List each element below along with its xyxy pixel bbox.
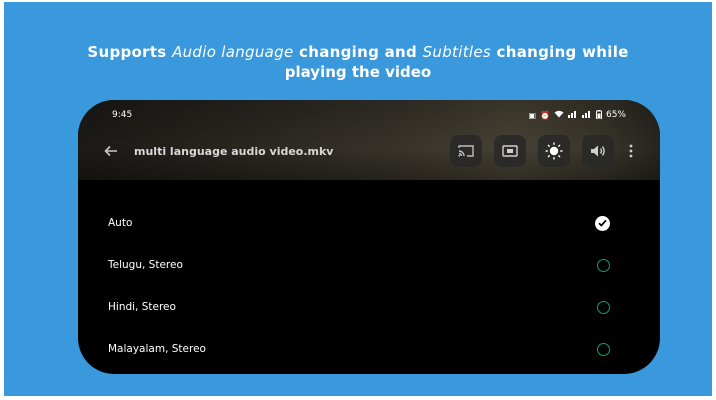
audio-track-item[interactable]: Auto: [78, 202, 660, 244]
radio-unchecked-icon[interactable]: [597, 258, 610, 272]
more-options-button[interactable]: [622, 135, 640, 167]
back-button[interactable]: [98, 138, 124, 164]
status-icons: ▣ ⏰ 65%: [528, 109, 626, 121]
signal-icon: [567, 110, 578, 120]
headline-part: Supports: [87, 43, 173, 61]
radio-unchecked-icon[interactable]: [597, 300, 610, 314]
audio-track-label: Auto: [108, 217, 133, 229]
alarm-icon: ⏰: [540, 110, 550, 120]
brightness-button[interactable]: [538, 135, 570, 167]
volume-button[interactable]: [582, 135, 614, 167]
notification-icon: ▣: [528, 110, 537, 120]
audio-track-item[interactable]: Hindi, Stereo: [78, 286, 660, 328]
headline-line-1: Supports Audio language changing and Sub…: [4, 42, 712, 62]
headline-accent: Audio language: [172, 43, 294, 61]
radio-unchecked-icon[interactable]: [597, 342, 610, 356]
more-vert-icon: [629, 144, 633, 158]
aspect-ratio-icon: [502, 145, 518, 157]
cast-icon: [458, 145, 474, 157]
wifi-icon: [554, 110, 564, 120]
status-time: 9:45: [112, 110, 133, 120]
phone-screen: 9:45 ▣ ⏰ 65% multi language audio video.…: [78, 100, 660, 374]
headline: Supports Audio language changing and Sub…: [4, 42, 712, 82]
radio-checked-icon[interactable]: [595, 215, 610, 231]
promo-banner: Supports Audio language changing and Sub…: [4, 2, 712, 396]
audio-track-label: Malayalam, Stereo: [108, 343, 206, 355]
screen-fit-button[interactable]: [494, 135, 526, 167]
audio-track-label: Hindi, Stereo: [108, 301, 176, 313]
status-bar: 9:45 ▣ ⏰ 65%: [112, 108, 626, 122]
player-toolbar: multi language audio video.mkv: [98, 134, 640, 168]
headline-accent: Subtitles: [422, 43, 491, 61]
headline-part: changing while: [491, 43, 629, 61]
volume-icon: [591, 145, 605, 157]
battery-level: 65%: [605, 110, 626, 120]
cast-button[interactable]: [450, 135, 482, 167]
audio-track-list: Auto Telugu, Stereo Hindi, Stereo Malaya…: [78, 202, 660, 370]
video-title: multi language audio video.mkv: [134, 144, 334, 158]
battery-icon: [595, 109, 602, 121]
headline-part: changing and: [293, 43, 423, 61]
audio-track-item[interactable]: Telugu, Stereo: [78, 244, 660, 286]
audio-track-label: Telugu, Stereo: [108, 259, 183, 271]
brightness-icon: [545, 142, 563, 160]
arrow-left-icon: [104, 145, 117, 157]
headline-line-2: playing the video: [284, 63, 432, 81]
audio-track-item[interactable]: Malayalam, Stereo: [78, 328, 660, 370]
signal-icon: [581, 110, 592, 120]
